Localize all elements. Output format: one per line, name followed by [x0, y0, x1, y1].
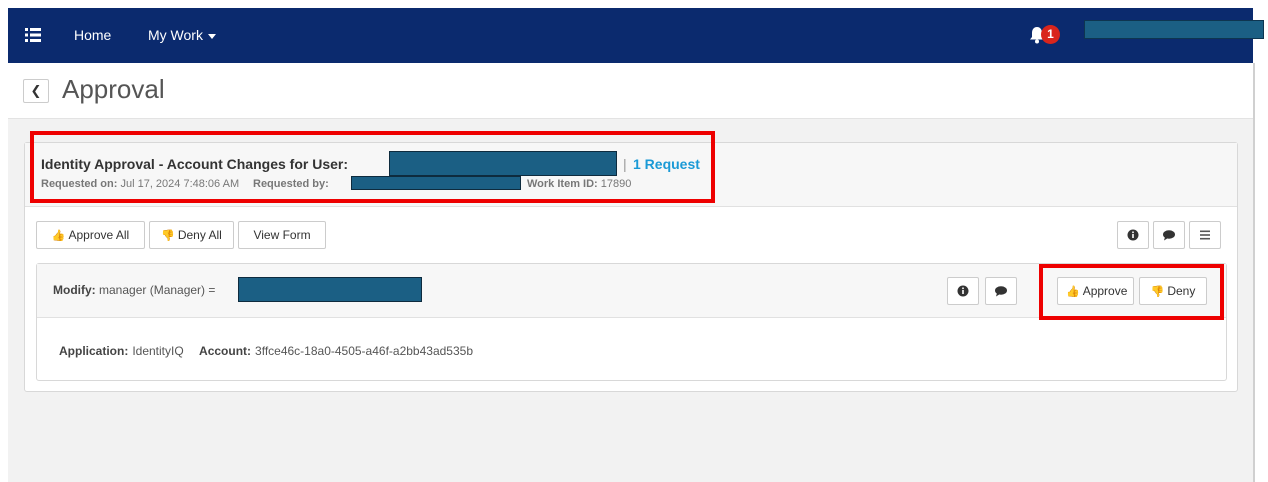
- view-form-button[interactable]: View Form: [238, 221, 326, 249]
- top-navbar: Home My Work 1: [8, 8, 1253, 63]
- highlight-box-approve-deny: [1039, 264, 1224, 320]
- info-button[interactable]: [1117, 221, 1149, 249]
- hamburger-list-icon[interactable]: [25, 28, 41, 42]
- modify-description: Modify: manager (Manager) =: [53, 283, 215, 297]
- thumbs-up-icon: 👍: [51, 230, 66, 242]
- notification-count-badge[interactable]: 1: [1041, 25, 1060, 44]
- page-title: Approval: [62, 74, 165, 104]
- account-value: 3ffce46c-18a0-4505-a46f-a2bb43ad535b: [255, 344, 473, 358]
- deny-all-button[interactable]: 👎 Deny All: [149, 221, 234, 249]
- page-scrollbar[interactable]: [1253, 63, 1255, 482]
- info-icon: [957, 285, 969, 297]
- deny-all-label: Deny All: [177, 228, 222, 242]
- menu-lines-icon: [1200, 230, 1210, 240]
- chevron-left-icon: ❮: [30, 83, 42, 98]
- comment-button[interactable]: [1153, 221, 1185, 249]
- line-item-details: Application: IdentityIQ Account: 3ffce46c-…: [59, 344, 473, 358]
- page-header: ❮ Approval: [8, 63, 1253, 119]
- user-menu-redacted[interactable]: [1084, 20, 1264, 39]
- nav-mywork-dropdown[interactable]: My Work: [148, 27, 216, 43]
- caret-down-icon: [207, 33, 216, 39]
- comment-icon: [1163, 230, 1175, 241]
- account-label: Account:: [199, 344, 252, 358]
- modify-text: manager (Manager) =: [99, 283, 216, 297]
- application-value: IdentityIQ: [132, 344, 184, 358]
- comment-icon: [995, 286, 1007, 297]
- nav-mywork-label: My Work: [148, 27, 203, 43]
- approve-all-label: Approve All: [68, 228, 130, 242]
- application-label: Application:: [59, 344, 129, 358]
- item-info-button[interactable]: [947, 277, 979, 305]
- back-button[interactable]: ❮: [23, 79, 49, 103]
- highlight-box-request-header: [30, 131, 715, 203]
- nav-home-link[interactable]: Home: [74, 27, 111, 43]
- thumbs-down-icon: 👎: [161, 230, 175, 242]
- approve-all-button[interactable]: 👍 Approve All: [36, 221, 145, 249]
- menu-button[interactable]: [1189, 221, 1221, 249]
- redacted-manager: [238, 277, 422, 302]
- info-icon: [1127, 229, 1139, 241]
- item-comment-button[interactable]: [985, 277, 1017, 305]
- modify-label: Modify:: [53, 283, 96, 297]
